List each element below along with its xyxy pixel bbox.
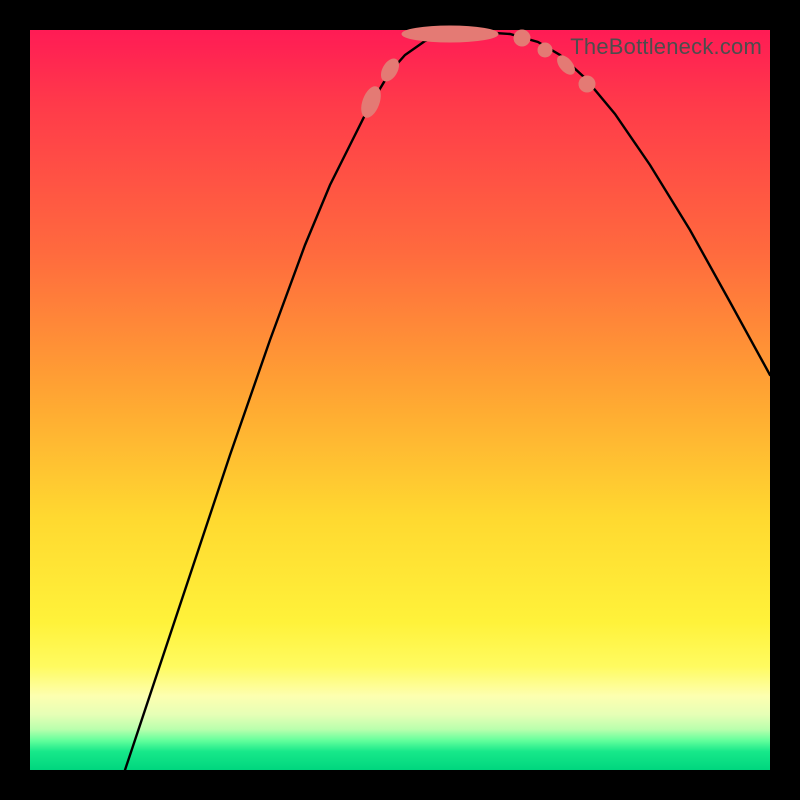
curve-left-curve (125, 32, 480, 770)
curve-group (125, 32, 770, 770)
chart-svg (30, 30, 770, 770)
curve-marker-5 (554, 53, 577, 78)
curve-marker-4 (538, 43, 552, 57)
curve-marker-2 (402, 26, 498, 42)
curve-right-curve (480, 32, 770, 375)
curve-marker-6 (579, 76, 595, 92)
marker-group (358, 26, 595, 120)
chart-frame: TheBottleneck.com (30, 30, 770, 770)
curve-marker-1 (378, 56, 402, 84)
curve-marker-3 (514, 30, 530, 46)
